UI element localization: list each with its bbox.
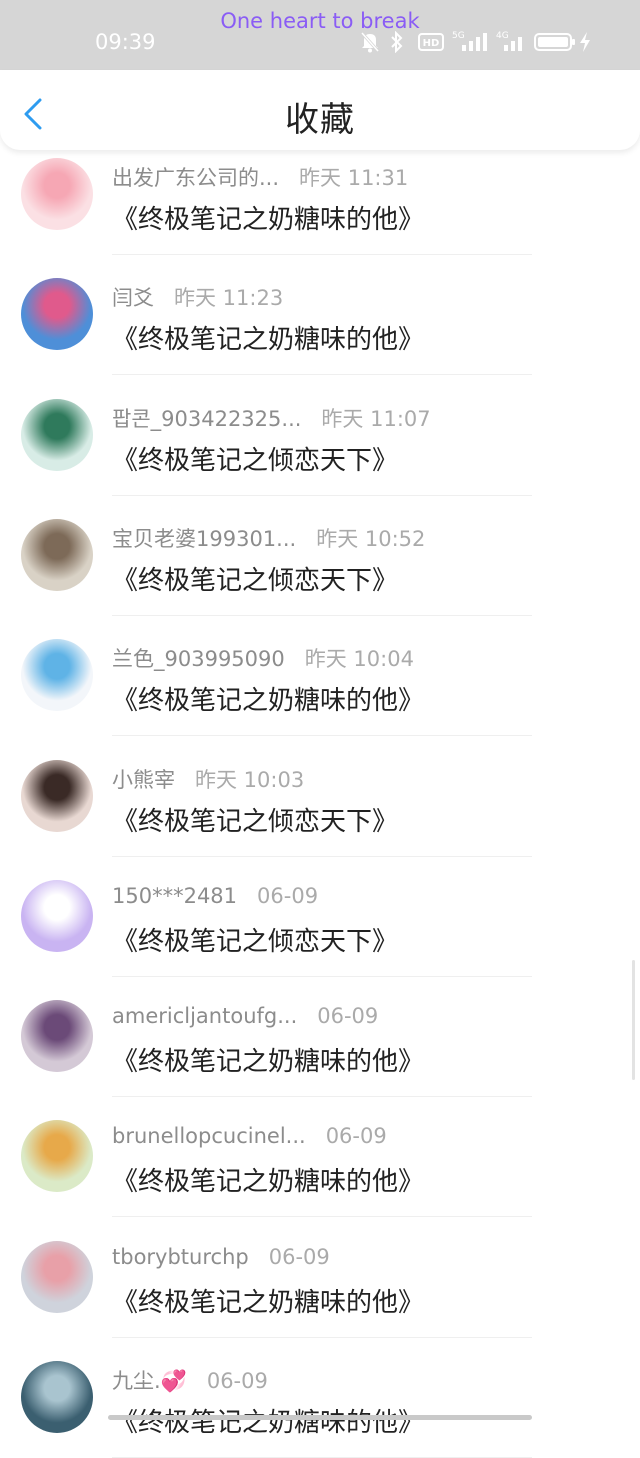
item-meta: 闫爻 昨天 11:23 [112, 282, 283, 312]
book-title[interactable]: 《终极笔记之奶糖味的他》 [112, 1041, 424, 1078]
avatar[interactable] [21, 519, 93, 591]
horizontal-scroll-indicator [108, 1415, 532, 1420]
avatar[interactable] [21, 1120, 93, 1192]
battery-icon [534, 33, 575, 51]
book-title[interactable]: 《终极笔记之奶糖味的他》 [112, 680, 424, 717]
user-name[interactable]: 九尘.💞 [112, 1369, 187, 1393]
timestamp: 昨天 10:52 [316, 527, 426, 551]
avatar[interactable] [21, 278, 93, 350]
avatar[interactable] [21, 639, 93, 711]
bluetooth-icon [391, 31, 403, 53]
svg-text:5G: 5G [452, 31, 465, 41]
list-item[interactable]: tborybturchp 06-09 《终极笔记之奶糖味的他》 [0, 1218, 640, 1338]
item-meta: tborybturchp 06-09 [112, 1245, 330, 1269]
book-title[interactable]: 《终极笔记之倾恋天下》 [112, 560, 398, 597]
user-name[interactable]: 팝콘_903422325... [112, 407, 301, 431]
user-name[interactable]: 小熊宰 [112, 768, 175, 792]
4g-signal-icon: 4G [496, 31, 522, 51]
timestamp: 昨天 11:07 [321, 407, 431, 431]
user-name[interactable]: 宝贝老婆199301... [112, 527, 296, 551]
divider [112, 374, 532, 375]
book-title[interactable]: 《终极笔记之奶糖味的他》 [112, 319, 424, 356]
item-meta: 小熊宰 昨天 10:03 [112, 764, 304, 794]
book-title[interactable]: 《终极笔记之奶糖味的他》 [112, 1402, 424, 1439]
book-title[interactable]: 《终极笔记之倾恋天下》 [112, 440, 398, 477]
hd-icon: HD [418, 33, 444, 51]
list-item[interactable]: americljantoufg... 06-09 《终极笔记之奶糖味的他》 [0, 977, 640, 1097]
charging-icon [580, 32, 590, 52]
user-name[interactable]: brunellopcucinel... [112, 1124, 306, 1148]
item-meta: 팝콘_903422325... 昨天 11:07 [112, 403, 431, 433]
avatar[interactable] [21, 158, 93, 230]
status-time: 09:39 [95, 30, 156, 54]
divider [112, 1216, 532, 1217]
item-meta: 兰色_903995090 昨天 10:04 [112, 643, 414, 673]
user-name[interactable]: 150***2481 [112, 884, 237, 908]
scrollbar[interactable] [632, 960, 635, 1080]
list-item[interactable]: 小熊宰 昨天 10:03 《终极笔记之倾恋天下》 [0, 737, 640, 857]
timestamp: 昨天 10:03 [195, 768, 305, 792]
item-meta: brunellopcucinel... 06-09 [112, 1124, 387, 1148]
item-meta: americljantoufg... 06-09 [112, 1004, 378, 1028]
avatar[interactable] [21, 760, 93, 832]
mute-icon [360, 32, 380, 53]
timestamp: 06-09 [257, 884, 319, 908]
avatar[interactable] [21, 1241, 93, 1313]
book-title[interactable]: 《终极笔记之奶糖味的他》 [112, 1161, 424, 1198]
avatar[interactable] [21, 880, 93, 952]
avatar[interactable] [21, 399, 93, 471]
app-header: 收藏 [0, 70, 640, 150]
divider [112, 735, 532, 736]
book-title[interactable]: 《终极笔记之倾恋天下》 [112, 801, 398, 838]
timestamp: 06-09 [317, 1004, 379, 1028]
timestamp: 06-09 [206, 1369, 268, 1393]
list-item[interactable]: 150***2481 06-09 《终极笔记之倾恋天下》 [0, 857, 640, 977]
timestamp: 06-09 [268, 1245, 330, 1269]
list-item[interactable]: 出发广东公司的... 昨天 11:31 《终极笔记之奶糖味的他》 [0, 135, 640, 255]
svg-text:4G: 4G [496, 31, 509, 41]
timestamp: 昨天 10:04 [304, 647, 414, 671]
timestamp: 昨天 11:23 [174, 286, 284, 310]
user-name[interactable]: americljantoufg... [112, 1004, 297, 1028]
list-item[interactable]: 팝콘_903422325... 昨天 11:07 《终极笔记之倾恋天下》 [0, 376, 640, 496]
list-item[interactable]: 兰色_903995090 昨天 10:04 《终极笔记之奶糖味的他》 [0, 616, 640, 736]
timestamp: 昨天 11:31 [299, 166, 409, 190]
user-name[interactable]: tborybturchp [112, 1245, 249, 1269]
page-title: 收藏 [285, 100, 355, 140]
item-meta: 宝贝老婆199301... 昨天 10:52 [112, 523, 425, 553]
user-name[interactable]: 闫爻 [112, 286, 154, 310]
avatar[interactable] [21, 1361, 93, 1433]
user-name[interactable]: 兰色_903995090 [112, 647, 285, 671]
list-item[interactable]: 闫爻 昨天 11:23 《终极笔记之奶糖味的他》 [0, 255, 640, 375]
item-meta: 九尘.💞 06-09 [112, 1365, 268, 1395]
status-bar: One heart to break 09:39 HD 5G 4G [0, 0, 640, 70]
list-item[interactable]: 九尘.💞 06-09 《终极笔记之奶糖味的他》 [0, 1338, 640, 1458]
item-meta: 150***2481 06-09 [112, 884, 318, 908]
list-item[interactable]: brunellopcucinel... 06-09 《终极笔记之奶糖味的他》 [0, 1097, 640, 1217]
svg-text:HD: HD [423, 38, 440, 49]
item-meta: 出发广东公司的... 昨天 11:31 [112, 162, 408, 192]
avatar[interactable] [21, 1000, 93, 1072]
5g-signal-icon: 5G [452, 31, 487, 51]
book-title[interactable]: 《终极笔记之倾恋天下》 [112, 921, 398, 958]
timestamp: 06-09 [325, 1124, 387, 1148]
book-title[interactable]: 《终极笔记之奶糖味的他》 [112, 199, 424, 236]
user-name[interactable]: 出发广东公司的... [112, 166, 279, 190]
list-item[interactable]: 宝贝老婆199301... 昨天 10:52 《终极笔记之倾恋天下》 [0, 496, 640, 616]
book-title[interactable]: 《终极笔记之奶糖味的他》 [112, 1282, 424, 1319]
